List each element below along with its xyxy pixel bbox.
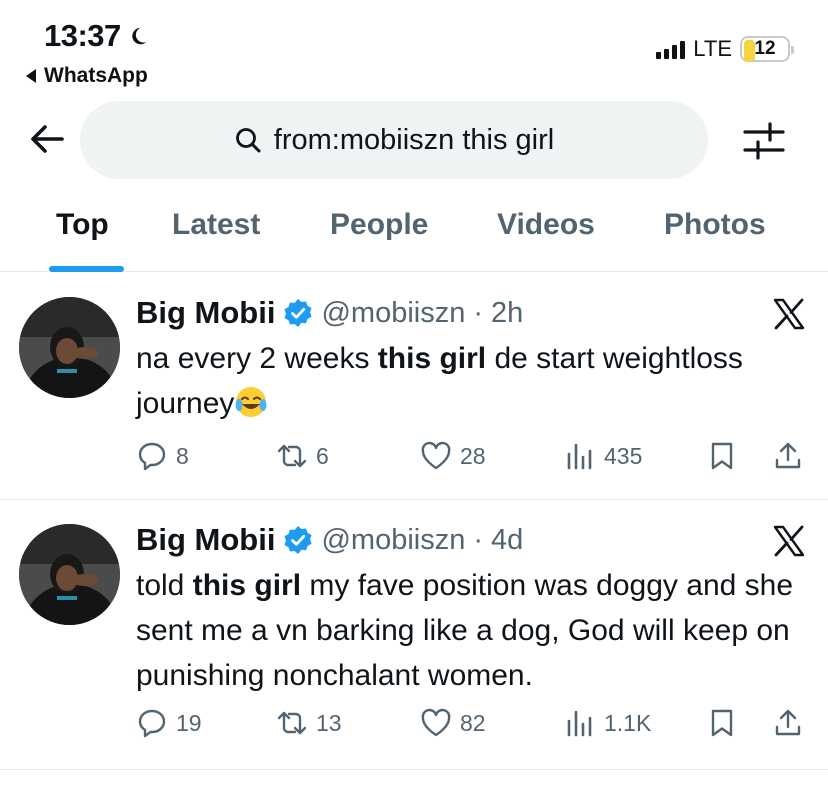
- status-indicators: LTE 12: [656, 36, 794, 62]
- tweet-2[interactable]: Big Mobii @mobiiszn · 4d told this girl …: [0, 500, 828, 770]
- separator-dot: ·: [473, 296, 484, 329]
- views-count: 435: [604, 442, 643, 469]
- reply-button[interactable]: 8: [136, 440, 189, 472]
- highlight-match: this girl: [377, 342, 487, 375]
- tweet-time[interactable]: 4d: [491, 524, 523, 557]
- avatar[interactable]: [19, 524, 120, 625]
- tweet-text: na every 2 weeks this girl de start weig…: [136, 336, 806, 426]
- share-button[interactable]: [772, 440, 804, 472]
- reply-count: 8: [176, 442, 189, 469]
- repost-button[interactable]: 13: [276, 707, 342, 739]
- verified-badge-icon: [284, 526, 312, 554]
- search-input[interactable]: from:mobiiszn this girl: [80, 101, 708, 179]
- search-icon: [235, 128, 261, 153]
- bookmark-button[interactable]: [706, 440, 738, 472]
- search-query: from:mobiiszn this girl: [273, 123, 555, 156]
- tweet-time[interactable]: 2h: [491, 297, 523, 330]
- share-icon: [775, 442, 801, 469]
- back-to-app[interactable]: WhatsApp: [26, 64, 148, 88]
- text-part: told: [136, 569, 193, 602]
- display-name[interactable]: Big Mobii: [136, 295, 275, 331]
- like-count: 82: [460, 709, 486, 736]
- battery-level: 12: [754, 38, 776, 59]
- back-arrow-icon[interactable]: [26, 118, 68, 160]
- back-app-label: WhatsApp: [44, 64, 148, 87]
- search-tabs: Top Latest People Videos Photos: [0, 196, 828, 272]
- text-part: na every 2 weeks: [136, 342, 378, 375]
- tweet-1[interactable]: Big Mobii @mobiiszn · 2h na every 2 week…: [0, 273, 828, 500]
- handle[interactable]: @mobiiszn: [321, 524, 465, 557]
- filter-settings-icon[interactable]: [742, 120, 786, 162]
- separator-dot: ·: [473, 523, 484, 556]
- highlight-match: this girl: [192, 569, 302, 602]
- tweet-actions: 19 13 82 1.1K: [136, 707, 808, 747]
- signal-icon: [656, 39, 686, 59]
- tweet-header: Big Mobii @mobiiszn · 4d: [136, 522, 523, 558]
- like-count: 28: [460, 442, 486, 469]
- tab-people[interactable]: People: [330, 208, 428, 242]
- tab-photos[interactable]: Photos: [664, 208, 766, 242]
- repost-count: 13: [316, 709, 342, 736]
- tweet-header: Big Mobii @mobiiszn · 2h: [136, 295, 523, 331]
- tab-top[interactable]: Top: [56, 208, 109, 242]
- reply-icon: [138, 442, 166, 471]
- network-label: LTE: [693, 36, 732, 61]
- bookmark-icon: [711, 709, 733, 737]
- heart-icon: [421, 441, 451, 470]
- views-count: 1.1K: [604, 709, 652, 736]
- handle[interactable]: @mobiiszn: [321, 297, 465, 330]
- views-button[interactable]: 1.1K: [564, 707, 651, 739]
- bookmark-icon: [711, 442, 733, 470]
- battery-icon: 12: [740, 36, 794, 62]
- bookmark-button[interactable]: [706, 707, 738, 739]
- reply-count: 19: [176, 709, 202, 736]
- repost-button[interactable]: 6: [276, 440, 329, 472]
- avatar[interactable]: [19, 297, 120, 398]
- display-name[interactable]: Big Mobii: [136, 522, 275, 558]
- active-tab-indicator: [49, 266, 124, 272]
- repost-count: 6: [316, 442, 329, 469]
- heart-icon: [421, 708, 451, 737]
- moon-icon: [132, 27, 147, 45]
- status-time: 13:37: [44, 18, 149, 54]
- views-button[interactable]: 435: [564, 440, 642, 472]
- like-button[interactable]: 82: [420, 707, 486, 739]
- x-logo-icon[interactable]: [772, 297, 806, 331]
- share-icon: [775, 709, 801, 736]
- tab-latest[interactable]: Latest: [172, 208, 260, 242]
- views-chart-icon: [567, 443, 592, 470]
- reply-icon: [138, 709, 166, 738]
- tweet-actions: 8 6 28 435: [136, 440, 808, 480]
- tab-videos[interactable]: Videos: [497, 208, 595, 242]
- face-with-tears-of-joy-icon: [235, 387, 267, 417]
- share-button[interactable]: [772, 707, 804, 739]
- views-chart-icon: [567, 710, 592, 737]
- verified-badge-icon: [284, 299, 312, 327]
- like-button[interactable]: 28: [420, 440, 486, 472]
- x-logo-icon[interactable]: [772, 524, 806, 558]
- repost-icon: [277, 711, 307, 735]
- reply-button[interactable]: 19: [136, 707, 202, 739]
- clock: 13:37: [44, 18, 121, 53]
- back-triangle-icon: [26, 69, 36, 83]
- repost-icon: [277, 444, 307, 468]
- tweet-text: told this girl my fave position was dogg…: [136, 563, 806, 698]
